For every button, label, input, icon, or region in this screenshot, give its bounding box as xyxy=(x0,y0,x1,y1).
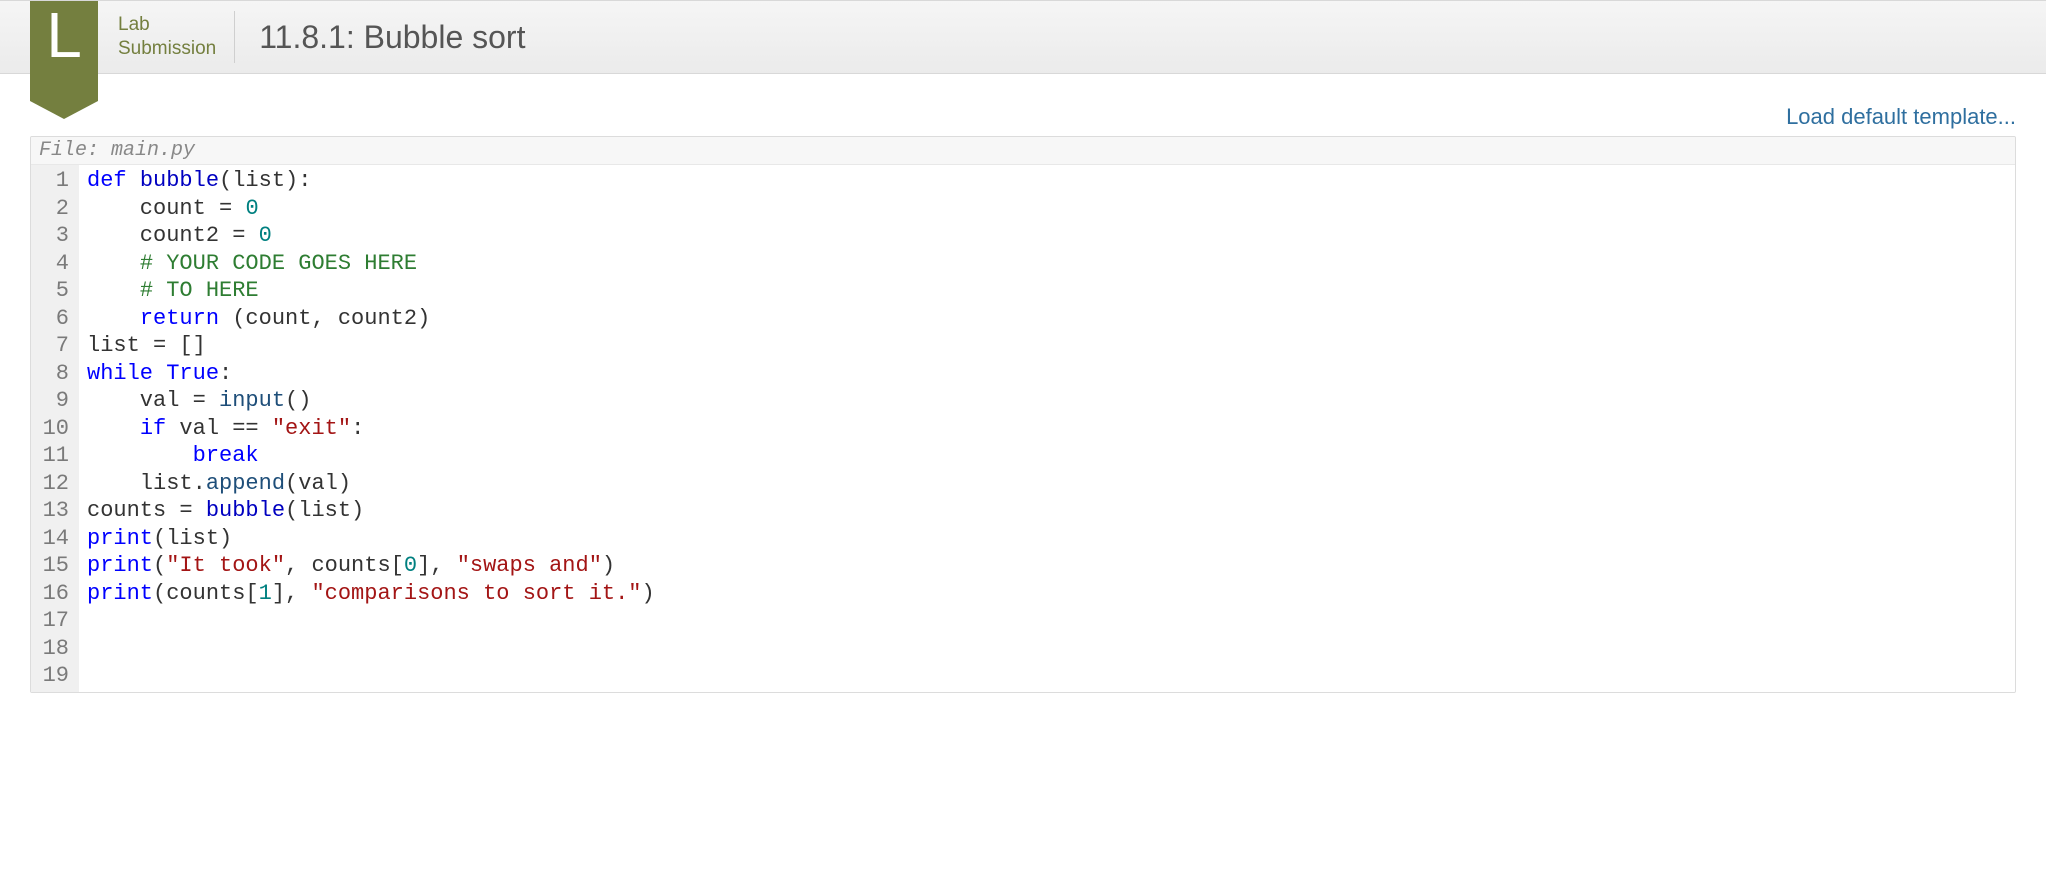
code-line[interactable]: print(counts[1], "comparisons to sort it… xyxy=(87,580,2007,608)
code-line[interactable]: count2 = 0 xyxy=(87,222,2007,250)
code-editor: File: main.py 12345678910111213141516171… xyxy=(30,136,2016,693)
code-area[interactable]: 12345678910111213141516171819 def bubble… xyxy=(31,165,2015,692)
line-number: 4 xyxy=(37,250,69,278)
code-line[interactable]: print(list) xyxy=(87,525,2007,553)
editor-toolbar: Load default template... xyxy=(30,104,2016,130)
code-line[interactable]: while True: xyxy=(87,360,2007,388)
lab-badge-letter: L xyxy=(46,3,82,67)
code-line[interactable]: # TO HERE xyxy=(87,277,2007,305)
line-number: 6 xyxy=(37,305,69,333)
line-number: 14 xyxy=(37,525,69,553)
lab-type-line2: Submission xyxy=(118,37,216,61)
line-number: 13 xyxy=(37,497,69,525)
code-line[interactable]: counts = bubble(list) xyxy=(87,497,2007,525)
code-line[interactable]: if val == "exit": xyxy=(87,415,2007,443)
code-line[interactable]: break xyxy=(87,442,2007,470)
line-number: 15 xyxy=(37,552,69,580)
code-line[interactable]: list = [] xyxy=(87,332,2007,360)
line-number: 11 xyxy=(37,442,69,470)
code-line[interactable]: count = 0 xyxy=(87,195,2007,223)
lab-badge-shape: L xyxy=(30,1,98,101)
line-number: 3 xyxy=(37,222,69,250)
line-number: 5 xyxy=(37,277,69,305)
editor-filename: File: main.py xyxy=(31,137,2015,165)
code-line[interactable]: val = input() xyxy=(87,387,2007,415)
code-line[interactable]: def bubble(list): xyxy=(87,167,2007,195)
line-number: 8 xyxy=(37,360,69,388)
line-number: 18 xyxy=(37,635,69,663)
code-line[interactable]: return (count, count2) xyxy=(87,305,2007,333)
line-number: 2 xyxy=(37,195,69,223)
line-number: 12 xyxy=(37,470,69,498)
line-number: 1 xyxy=(37,167,69,195)
lab-type-label: Lab Submission xyxy=(118,1,234,73)
line-number: 9 xyxy=(37,387,69,415)
code-content[interactable]: def bubble(list): count = 0 count2 = 0 #… xyxy=(79,165,2015,692)
code-line[interactable]: # YOUR CODE GOES HERE xyxy=(87,250,2007,278)
line-number: 10 xyxy=(37,415,69,443)
line-number: 7 xyxy=(37,332,69,360)
lab-type-line1: Lab xyxy=(118,13,216,37)
load-default-template-link[interactable]: Load default template... xyxy=(1786,104,2016,130)
line-number: 17 xyxy=(37,607,69,635)
code-line[interactable]: print("It took", counts[0], "swaps and") xyxy=(87,552,2007,580)
line-number: 16 xyxy=(37,580,69,608)
lab-header: L Lab Submission 11.8.1: Bubble sort xyxy=(0,0,2046,74)
content-area: Load default template... File: main.py 1… xyxy=(0,74,2046,693)
line-number-gutter: 12345678910111213141516171819 xyxy=(31,165,79,692)
lab-title: 11.8.1: Bubble sort xyxy=(235,1,525,73)
line-number: 19 xyxy=(37,662,69,690)
code-line[interactable]: list.append(val) xyxy=(87,470,2007,498)
